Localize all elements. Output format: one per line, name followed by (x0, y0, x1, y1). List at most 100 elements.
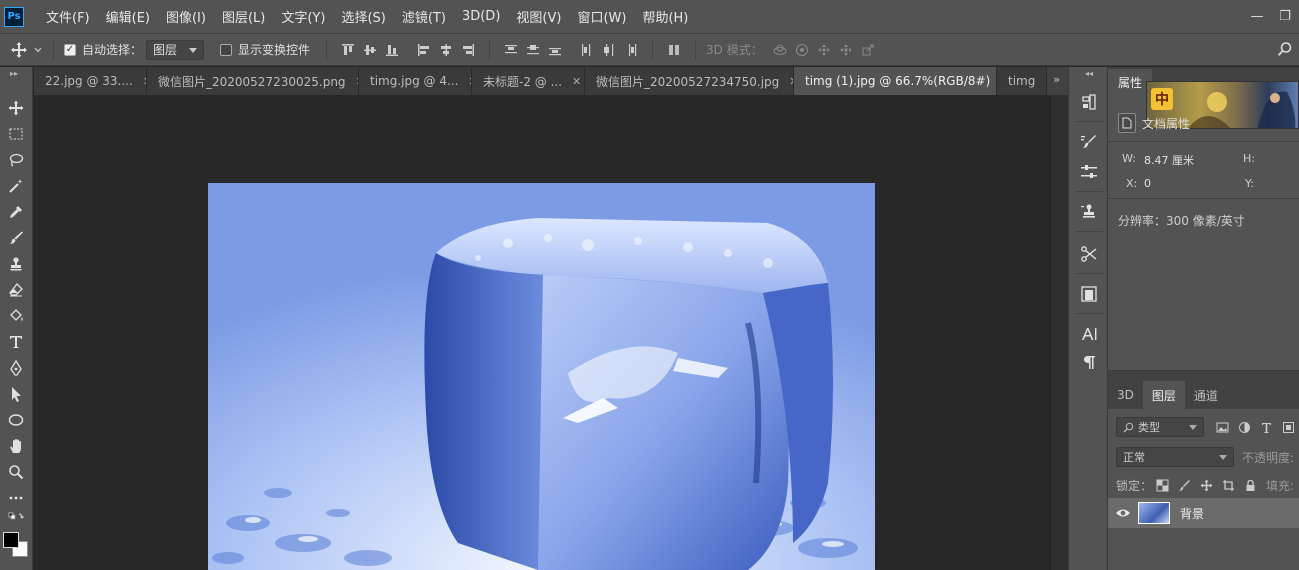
filter-pixel-icon[interactable] (1214, 419, 1230, 435)
canvas-area[interactable] (34, 95, 1050, 570)
align-right-icon[interactable] (457, 39, 479, 61)
auto-select-option[interactable]: ✓ 自动选择： (64, 41, 142, 58)
filter-shape-icon[interactable] (1280, 419, 1296, 435)
photoshop-window: Ps 文件(F) 编辑(E) 图像(I) 图层(L) 文字(Y) 选择(S) 滤… (0, 0, 1299, 570)
tab-document[interactable]: timg (997, 67, 1047, 95)
brush-icon[interactable] (4, 227, 28, 249)
history-icon[interactable] (1078, 91, 1100, 113)
minimize-button[interactable]: — (1243, 0, 1271, 33)
tool-presets-icon[interactable] (1078, 243, 1100, 265)
lock-all-icon[interactable] (1242, 477, 1258, 493)
tab-document[interactable]: 22.jpg @ 33....✕ (34, 67, 147, 95)
distribute-top-icon[interactable] (500, 39, 522, 61)
3d-slide-icon[interactable] (835, 39, 857, 61)
auto-select-target-dropdown[interactable]: 图层 (146, 39, 205, 60)
restore-button[interactable]: ❐ (1271, 0, 1299, 33)
tab-channels[interactable]: 通道 (1185, 381, 1227, 409)
close-icon[interactable]: ✕ (572, 75, 581, 88)
layer-row-background[interactable]: 背景 (1108, 498, 1299, 528)
width-value[interactable]: 8.47 厘米 (1144, 152, 1194, 168)
collapse-arrows-icon[interactable]: ▸▸ (10, 69, 18, 78)
menu-layer[interactable]: 图层(L) (214, 7, 273, 26)
strip-divider (1075, 231, 1103, 232)
tab-3d[interactable]: 3D (1108, 381, 1143, 409)
menu-view[interactable]: 视图(V) (508, 7, 569, 26)
menu-window[interactable]: 窗口(W) (569, 7, 634, 26)
paint-bucket-icon[interactable] (4, 305, 28, 327)
menu-type[interactable]: 文字(Y) (273, 7, 333, 26)
distribute-hcenter-icon[interactable] (598, 39, 620, 61)
color-swatches[interactable] (3, 532, 29, 564)
eye-icon[interactable] (1108, 507, 1138, 519)
align-left-icon[interactable] (413, 39, 435, 61)
lock-transparent-icon[interactable] (1154, 477, 1170, 493)
menu-3d[interactable]: 3D(D) (454, 9, 508, 24)
character-icon[interactable] (1078, 323, 1100, 345)
lasso-tool-icon[interactable] (4, 149, 28, 171)
tab-document[interactable]: 未标题-2 @ ... ✕ (472, 67, 585, 95)
align-hcenter-icon[interactable] (435, 39, 457, 61)
more-tools-icon[interactable] (4, 487, 28, 509)
show-transform-checkbox[interactable] (220, 43, 233, 56)
filter-type-icon[interactable] (1258, 419, 1274, 435)
menu-file[interactable]: 文件(F) (38, 7, 98, 26)
align-vcenter-icon[interactable] (359, 39, 381, 61)
move-tool-preset[interactable] (10, 41, 43, 59)
distribute-vcenter-icon[interactable] (522, 39, 544, 61)
tab-document-active[interactable]: timg (1).jpg @ 66.7%(RGB/8#)✕ (794, 67, 997, 95)
menu-select[interactable]: 选择(S) (333, 7, 393, 26)
align-top-icon[interactable] (337, 39, 359, 61)
filter-adjustment-icon[interactable] (1236, 419, 1252, 435)
path-selection-icon[interactable] (4, 383, 28, 405)
collapse-arrows-icon[interactable]: ◂◂ (1085, 69, 1093, 78)
lock-position-icon[interactable] (1198, 477, 1214, 493)
pen-tool-icon[interactable] (4, 357, 28, 379)
tabs-overflow-icon[interactable]: » (1053, 73, 1060, 86)
tab-document[interactable]: 微信图片_20200527230025.png✕ (147, 67, 359, 95)
type-tool-icon[interactable] (4, 331, 28, 353)
3d-pan-icon[interactable] (813, 39, 835, 61)
libraries-icon[interactable] (1078, 283, 1100, 305)
document-image[interactable] (208, 183, 875, 570)
vertical-scrollbar[interactable] (1050, 95, 1068, 570)
lock-paint-icon[interactable] (1176, 477, 1192, 493)
brush-settings-icon[interactable] (1078, 131, 1100, 153)
tab-document[interactable]: 微信图片_20200527234750.jpg✕ (585, 67, 794, 95)
lock-artboard-icon[interactable] (1220, 477, 1236, 493)
menu-image[interactable]: 图像(I) (158, 7, 214, 26)
blend-mode-dropdown[interactable]: 正常 (1116, 447, 1234, 467)
auto-select-checkbox[interactable]: ✓ (64, 43, 76, 56)
eraser-icon[interactable] (4, 279, 28, 301)
search-icon[interactable] (1277, 41, 1293, 60)
layer-filter-dropdown[interactable]: 类型 (1116, 417, 1204, 437)
distribute-bottom-icon[interactable] (544, 39, 566, 61)
show-transform-option[interactable]: 显示变换控件 (220, 41, 310, 58)
stamp-icon[interactable] (4, 253, 28, 275)
distribute-left-icon[interactable] (576, 39, 598, 61)
eyedropper-icon[interactable] (4, 201, 28, 223)
tab-document[interactable]: timg.jpg @ 4...✕ (359, 67, 472, 95)
x-value[interactable]: 0 (1144, 177, 1151, 190)
magic-wand-icon[interactable] (4, 175, 28, 197)
ellipse-tool-icon[interactable] (4, 409, 28, 431)
distribute-right-icon[interactable] (620, 39, 642, 61)
auto-align-icon[interactable] (663, 39, 685, 61)
swap-colors-icon[interactable] (4, 511, 28, 525)
hand-tool-icon[interactable] (4, 435, 28, 457)
align-bottom-icon[interactable] (381, 39, 403, 61)
move-tool-icon[interactable] (4, 97, 28, 119)
marquee-tool-icon[interactable] (4, 123, 28, 145)
menu-filter[interactable]: 滤镜(T) (394, 7, 454, 26)
tab-layers[interactable]: 图层 (1142, 381, 1185, 409)
clone-source-icon[interactable] (1078, 201, 1100, 223)
menu-edit[interactable]: 编辑(E) (98, 7, 158, 26)
3d-orbit-icon[interactable] (769, 39, 791, 61)
3d-scale-icon[interactable] (857, 39, 879, 61)
zoom-tool-icon[interactable] (4, 461, 28, 483)
foreground-color-swatch[interactable] (3, 532, 19, 548)
layer-name[interactable]: 背景 (1180, 505, 1204, 522)
menu-help[interactable]: 帮助(H) (634, 7, 696, 26)
3d-roll-icon[interactable] (791, 39, 813, 61)
paragraph-icon[interactable] (1078, 351, 1100, 373)
adjustments-icon[interactable] (1078, 161, 1100, 183)
